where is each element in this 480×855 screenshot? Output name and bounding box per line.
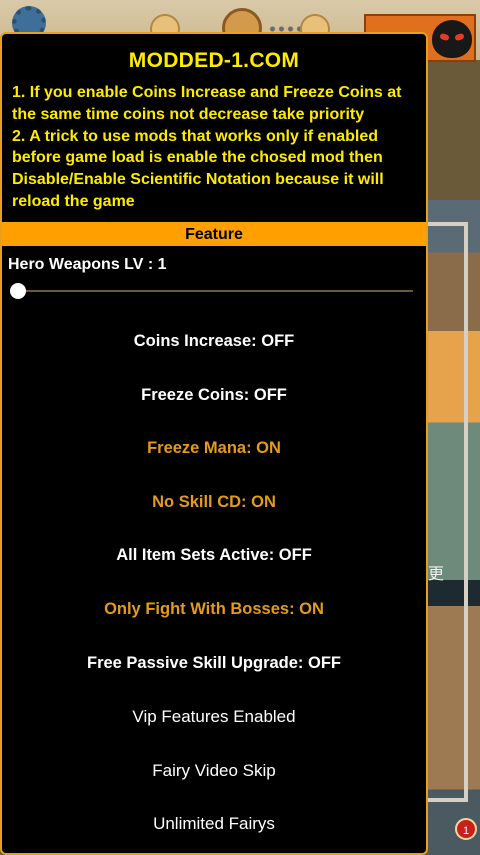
hero-weapons-level-slider[interactable] bbox=[10, 283, 413, 299]
toggle-only-fight-with-bosses[interactable]: Only Fight With Bosses: ON bbox=[2, 583, 426, 637]
game-scene-frame bbox=[428, 222, 468, 802]
toggle-free-passive-skill-upgrade[interactable]: Free Passive Skill Upgrade: OFF bbox=[2, 637, 426, 691]
toggle-freeze-mana[interactable]: Freeze Mana: ON bbox=[2, 422, 426, 476]
black-cat-icon[interactable] bbox=[432, 20, 472, 58]
vip-features-button[interactable]: Vip Features Enabled bbox=[2, 690, 426, 744]
menu-notes: 1. If you enable Coins Increase and Free… bbox=[2, 76, 426, 213]
game-label: 更 bbox=[428, 564, 445, 583]
note-1: 1. If you enable Coins Increase and Free… bbox=[12, 84, 402, 123]
menu-title: MODDED-1.COM bbox=[128, 49, 300, 72]
toggle-coins-increase[interactable]: Coins Increase: OFF bbox=[2, 315, 426, 369]
slider-thumb[interactable] bbox=[10, 283, 26, 299]
hero-weapons-level-label: Hero Weapons LV : 1 bbox=[8, 256, 167, 273]
note-2: 2. A trick to use mods that works only i… bbox=[12, 127, 384, 210]
notification-badge[interactable]: 1 bbox=[455, 818, 477, 840]
feature-list: Coins Increase: OFF Freeze Coins: OFF Fr… bbox=[2, 315, 426, 851]
toggle-no-skill-cd[interactable]: No Skill CD: ON bbox=[2, 476, 426, 530]
toggle-all-item-sets-active[interactable]: All Item Sets Active: OFF bbox=[2, 529, 426, 583]
section-header-feature: Feature bbox=[2, 222, 426, 246]
unlimited-fairys-button[interactable]: Unlimited Fairys bbox=[2, 797, 426, 851]
slider-track[interactable] bbox=[10, 290, 413, 292]
fairy-video-skip-button[interactable]: Fairy Video Skip bbox=[2, 744, 426, 798]
mod-menu-panel: MODDED-1.COM 1. If you enable Coins Incr… bbox=[0, 32, 428, 855]
toggle-freeze-coins[interactable]: Freeze Coins: OFF bbox=[2, 369, 426, 423]
